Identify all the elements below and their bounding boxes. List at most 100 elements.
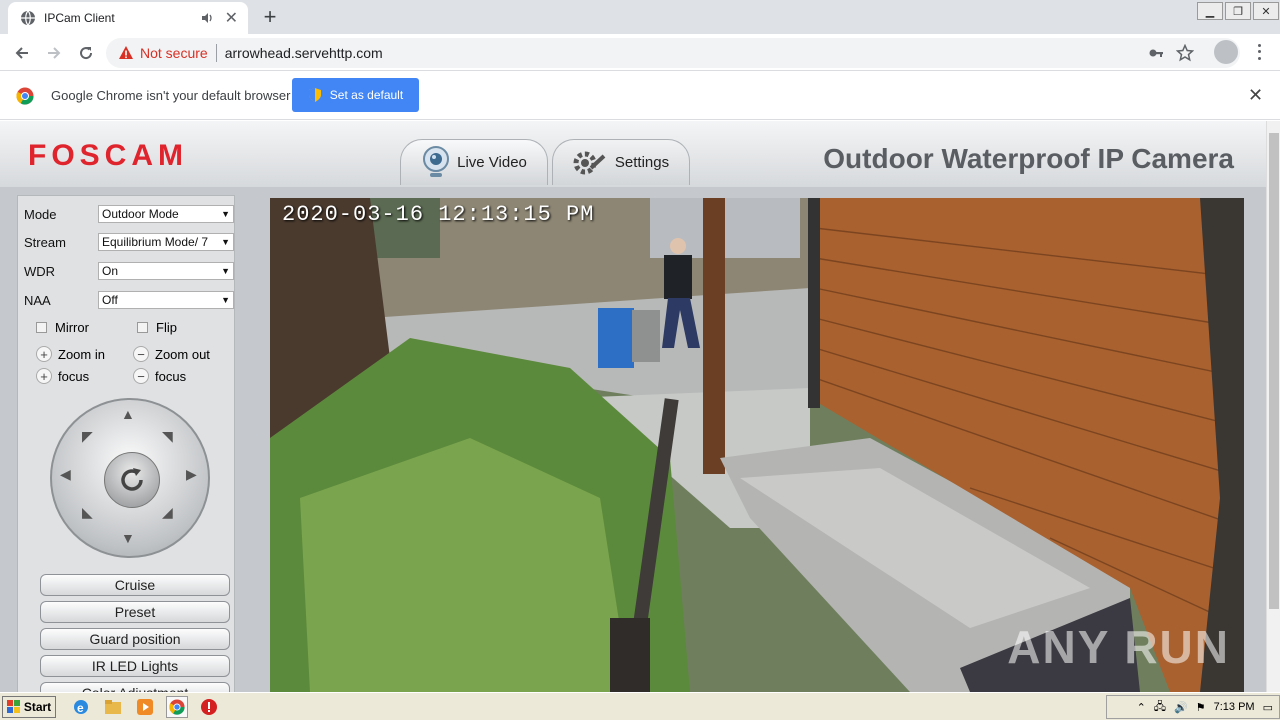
live-video-feed[interactable]: 2020-03-16 12:13:15 PM ANY RUN xyxy=(270,198,1244,692)
system-tray: ⌃ 🖧 🔊 ⚑ 7:13 PM ▭ xyxy=(1106,695,1280,719)
naa-row: NAA Off ▼ xyxy=(24,290,234,310)
browser-tab[interactable]: IPCam Client ✕ xyxy=(8,2,248,34)
bookmark-star-icon[interactable] xyxy=(1176,44,1194,62)
forward-button[interactable] xyxy=(42,41,66,65)
profile-avatar-icon[interactable] xyxy=(1214,40,1238,64)
reload-button[interactable] xyxy=(74,41,98,65)
chrome-logo-icon xyxy=(16,87,34,105)
close-window-button[interactable]: ✕ xyxy=(1253,2,1279,20)
key-icon[interactable] xyxy=(1148,45,1164,61)
checkbox-box xyxy=(137,322,148,333)
mirror-checkbox[interactable]: Mirror xyxy=(36,320,89,335)
cruise-button[interactable]: Cruise xyxy=(40,574,230,596)
mode-value: Outdoor Mode xyxy=(102,207,179,221)
zoom-out-label: Zoom out xyxy=(155,346,210,362)
ir-led-lights-button[interactable]: IR LED Lights xyxy=(40,655,230,677)
focus-plus-label: focus xyxy=(58,368,90,384)
divider xyxy=(215,44,217,62)
mirror-label: Mirror xyxy=(55,320,89,335)
pan-up-icon[interactable]: ▲ xyxy=(121,406,135,422)
tray-expand-icon[interactable]: ⌃ xyxy=(1137,701,1146,714)
pan-left-icon[interactable]: ◀ xyxy=(60,466,71,483)
pan-up-left-icon[interactable]: ◤ xyxy=(82,428,93,445)
shield-icon xyxy=(308,88,321,102)
color-adjustment-button[interactable]: Color Adjustment xyxy=(40,682,230,692)
new-tab-button[interactable]: + xyxy=(258,4,282,30)
zoom-in-label: Zoom in xyxy=(58,346,105,362)
pan-down-right-icon[interactable]: ◢ xyxy=(162,504,173,521)
close-infobar-icon[interactable]: ✕ xyxy=(1248,85,1263,106)
naa-select[interactable]: Off ▼ xyxy=(98,291,234,309)
browser-toolbar: Not secure arrowhead.servehttp.com xyxy=(0,34,1280,71)
windows-logo-icon xyxy=(6,699,20,713)
chrome-taskbar-icon[interactable] xyxy=(166,695,188,718)
pan-down-icon[interactable]: ▼ xyxy=(121,530,135,546)
svg-text:e: e xyxy=(77,701,84,715)
tab-strip: IPCam Client ✕ + ▁ ❐ ✕ xyxy=(0,0,1280,34)
page-scrollbar[interactable] xyxy=(1266,121,1280,692)
dropdown-arrow-icon: ▼ xyxy=(221,237,230,247)
wdr-select[interactable]: On ▼ xyxy=(98,262,234,280)
mode-select[interactable]: Outdoor Mode ▼ xyxy=(98,205,234,223)
stream-row: Stream Equilibrium Mode/ 7 ▼ xyxy=(24,232,234,252)
zoom-in-button[interactable]: + Zoom in xyxy=(36,346,105,362)
chrome-menu-icon[interactable] xyxy=(1252,42,1266,62)
focus-minus-button[interactable]: − focus xyxy=(133,368,186,384)
wdr-row: WDR On ▼ xyxy=(24,261,234,281)
security-status[interactable]: Not secure xyxy=(140,45,208,61)
tab-settings-label: Settings xyxy=(614,154,670,171)
back-button[interactable] xyxy=(10,41,34,65)
file-explorer-icon[interactable] xyxy=(102,696,124,718)
flag-icon[interactable]: ⚑ xyxy=(1196,701,1206,714)
scrollbar-thumb[interactable] xyxy=(1269,133,1279,609)
webcam-icon xyxy=(423,145,450,177)
guard-position-button[interactable]: Guard position xyxy=(40,628,230,650)
focus-minus-label: focus xyxy=(155,368,187,384)
dropdown-arrow-icon: ▼ xyxy=(221,209,230,219)
globe-icon xyxy=(21,10,35,26)
start-button[interactable]: Start xyxy=(2,695,56,718)
video-timestamp: 2020-03-16 12:13:15 PM xyxy=(282,202,595,227)
anyrun-watermark: ANY RUN xyxy=(1007,621,1230,673)
wrench-gear-icon xyxy=(573,151,606,174)
wdr-value: On xyxy=(102,264,119,278)
ptz-control-pad: ▲ ▼ ◀ ▶ ◤ ◥ ◣ ◢ xyxy=(50,398,210,558)
stream-label: Stream xyxy=(24,234,66,250)
address-bar[interactable]: Not secure arrowhead.servehttp.com xyxy=(106,38,1240,68)
media-player-icon[interactable] xyxy=(134,696,156,718)
minimize-button[interactable]: ▁ xyxy=(1197,2,1223,20)
infobar-message: Google Chrome isn't your default browser xyxy=(51,88,291,103)
tab-live-video[interactable]: Live Video xyxy=(400,139,548,185)
pan-up-right-icon[interactable]: ◥ xyxy=(162,428,173,445)
control-panel: Mode Outdoor Mode ▼ Stream Equilibrium Mo… xyxy=(17,195,235,692)
focus-plus-button[interactable]: + focus xyxy=(36,368,89,384)
mode-label: Mode xyxy=(24,206,57,222)
preset-button[interactable]: Preset xyxy=(40,601,230,623)
plus-icon: + xyxy=(36,368,52,384)
forward-arrow-icon xyxy=(48,47,61,59)
pan-down-left-icon[interactable]: ◣ xyxy=(82,504,93,521)
ptz-reset-button[interactable] xyxy=(104,452,160,508)
internet-explorer-icon[interactable]: e xyxy=(70,696,92,718)
network-icon[interactable]: 🖧 xyxy=(1154,698,1166,717)
flip-checkbox[interactable]: Flip xyxy=(137,320,177,335)
dropdown-arrow-icon: ▼ xyxy=(221,266,230,276)
minus-icon: − xyxy=(133,346,149,362)
zoom-out-button[interactable]: − Zoom out xyxy=(133,346,210,362)
url-text[interactable]: arrowhead.servehttp.com xyxy=(225,45,383,61)
plus-icon: + xyxy=(36,346,52,362)
page-header: FOSCAM Live Video Settings Outdoor Water… xyxy=(0,121,1266,187)
naa-label: NAA xyxy=(24,292,51,308)
audio-playing-icon[interactable] xyxy=(201,11,215,25)
close-tab-icon[interactable]: ✕ xyxy=(225,8,238,28)
clock[interactable]: 7:13 PM xyxy=(1214,701,1255,713)
set-as-default-button[interactable]: Set as default xyxy=(292,78,419,112)
restore-button[interactable]: ❐ xyxy=(1225,2,1251,20)
pan-right-icon[interactable]: ▶ xyxy=(186,466,197,483)
tab-settings[interactable]: Settings xyxy=(552,139,690,185)
show-desktop-icon[interactable]: ▭ xyxy=(1263,701,1273,714)
stop-app-icon[interactable] xyxy=(198,696,220,718)
stream-select[interactable]: Equilibrium Mode/ 7 ▼ xyxy=(98,233,234,251)
flip-label: Flip xyxy=(156,320,177,335)
volume-icon[interactable]: 🔊 xyxy=(1174,701,1188,714)
